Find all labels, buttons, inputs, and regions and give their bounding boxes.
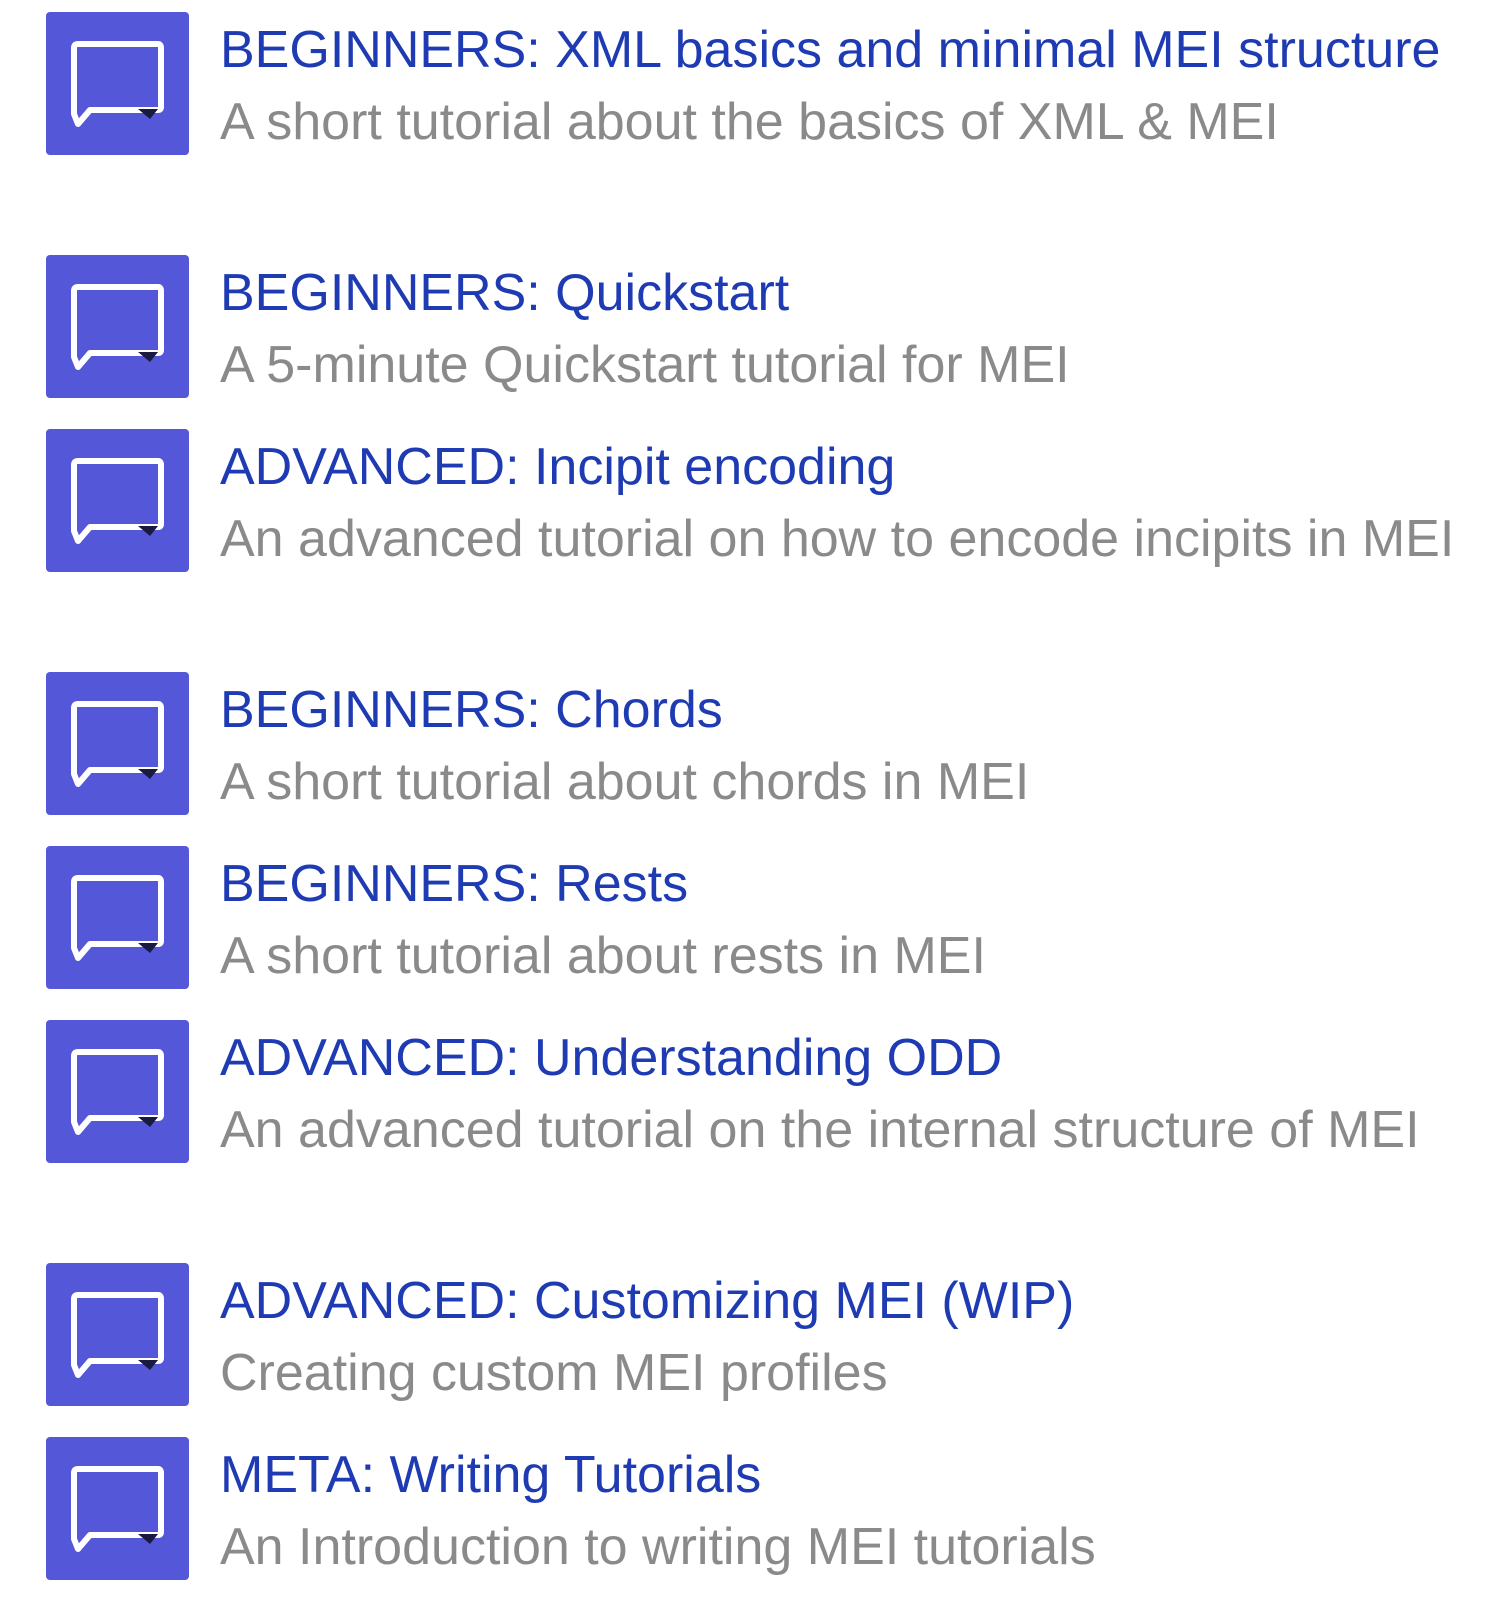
speech-bubble-icon[interactable] [46, 1020, 189, 1163]
speech-bubble-icon[interactable] [46, 846, 189, 989]
tutorial-title-link[interactable]: BEGINNERS: Quickstart [220, 257, 1480, 329]
speech-bubble-icon[interactable] [46, 672, 189, 815]
tutorial-description: An advanced tutorial on the internal str… [220, 1101, 1420, 1159]
tutorial-title-link[interactable]: ADVANCED: Understanding ODD [220, 1022, 1480, 1094]
tutorial-description: An Introduction to writing MEI tutorials [220, 1518, 1096, 1576]
tutorial-title-link[interactable]: BEGINNERS: XML basics and minimal MEI st… [220, 14, 1480, 86]
speech-bubble-icon[interactable] [46, 1263, 189, 1406]
tutorial-description: A short tutorial about the basics of XML… [220, 93, 1279, 151]
tutorial-title-link[interactable]: META: Writing Tutorials [220, 1439, 1480, 1511]
tutorial-description: A short tutorial about chords in MEI [220, 753, 1030, 811]
tutorial-title-link[interactable]: ADVANCED: Incipit encoding [220, 431, 1480, 503]
tutorial-description: Creating custom MEI profiles [220, 1344, 888, 1402]
speech-bubble-icon[interactable] [46, 255, 189, 398]
tutorial-title-link[interactable]: BEGINNERS: Rests [220, 848, 1480, 920]
tutorial-description: An advanced tutorial on how to encode in… [220, 510, 1455, 568]
tutorial-description: A 5-minute Quickstart tutorial for MEI [220, 336, 1070, 394]
speech-bubble-icon[interactable] [46, 12, 189, 155]
tutorial-description: A short tutorial about rests in MEI [220, 927, 986, 985]
speech-bubble-icon[interactable] [46, 429, 189, 572]
tutorial-title-link[interactable]: BEGINNERS: Chords [220, 674, 1480, 746]
tutorial-title-link[interactable]: ADVANCED: Customizing MEI (WIP) [220, 1265, 1480, 1337]
speech-bubble-icon[interactable] [46, 1437, 189, 1580]
